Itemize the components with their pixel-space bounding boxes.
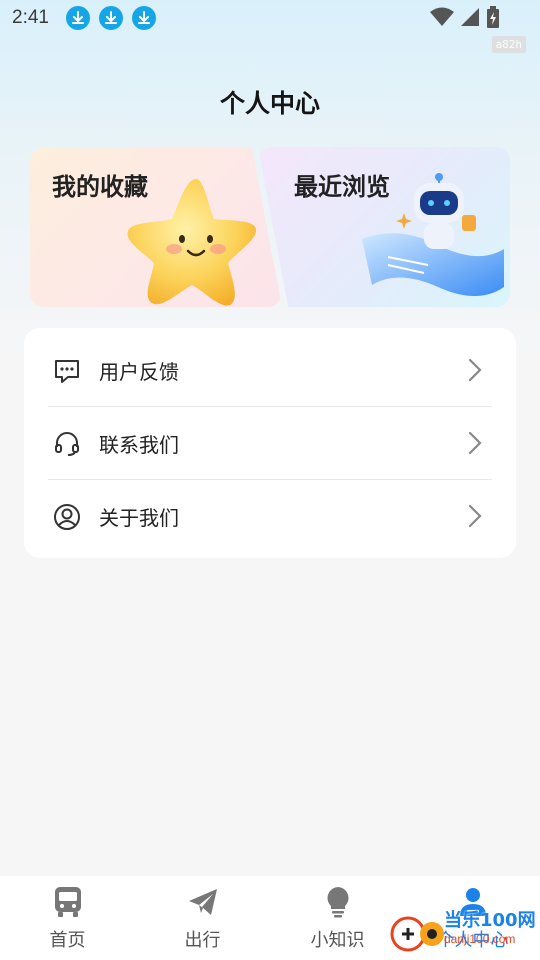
- menu-item-feedback[interactable]: 用户反馈: [48, 334, 492, 407]
- robot-mascot-icon: [362, 173, 504, 296]
- favorites-card[interactable]: 我的收藏: [30, 147, 282, 307]
- tab-label: 首页: [49, 930, 86, 951]
- menu-card: 用户反馈 联系我们 关于我们: [24, 328, 516, 558]
- headset-icon: [52, 429, 82, 459]
- watermark-logo-icon: [390, 916, 444, 952]
- menu-item-label: 联系我们: [99, 433, 179, 457]
- status-bar: 2:41: [0, 0, 540, 36]
- watermark-url: danji100.com: [444, 932, 516, 946]
- tab-travel[interactable]: 出行: [135, 876, 270, 960]
- status-time: 2:41: [12, 7, 49, 28]
- recent-card[interactable]: 最近浏览: [258, 147, 510, 307]
- tab-label: 小知识: [310, 930, 365, 951]
- wifi-icon: [430, 7, 454, 31]
- download-icon: [131, 6, 156, 30]
- watermark: 当乐100网 danji100.com: [388, 898, 538, 958]
- battery-icon: [486, 6, 500, 32]
- watermark-text: 当乐100网: [444, 910, 536, 931]
- tab-label: 出行: [184, 930, 221, 951]
- download-icon: [98, 6, 123, 30]
- tab-home[interactable]: 首页: [0, 876, 135, 960]
- user-circle-icon: [52, 502, 82, 532]
- page-title: 个人中心: [219, 89, 320, 118]
- lightbulb-icon: [325, 886, 351, 922]
- star-mascot-icon: [127, 179, 257, 306]
- feedback-icon: [52, 356, 82, 386]
- menu-item-label: 用户反馈: [99, 360, 179, 384]
- menu-item-label: 关于我们: [99, 506, 179, 530]
- menu-item-about[interactable]: 关于我们: [48, 480, 492, 553]
- paper-plane-icon: [187, 886, 219, 922]
- bus-icon: [53, 886, 83, 922]
- build-tag: a82h: [491, 36, 526, 53]
- signal-icon: [460, 7, 480, 31]
- chevron-right-icon: [468, 358, 482, 386]
- chevron-right-icon: [468, 431, 482, 459]
- download-icon: [65, 6, 90, 30]
- menu-item-contact[interactable]: 联系我们: [48, 407, 492, 480]
- tab-knowledge[interactable]: 小知识: [270, 876, 405, 960]
- chevron-right-icon: [468, 504, 482, 532]
